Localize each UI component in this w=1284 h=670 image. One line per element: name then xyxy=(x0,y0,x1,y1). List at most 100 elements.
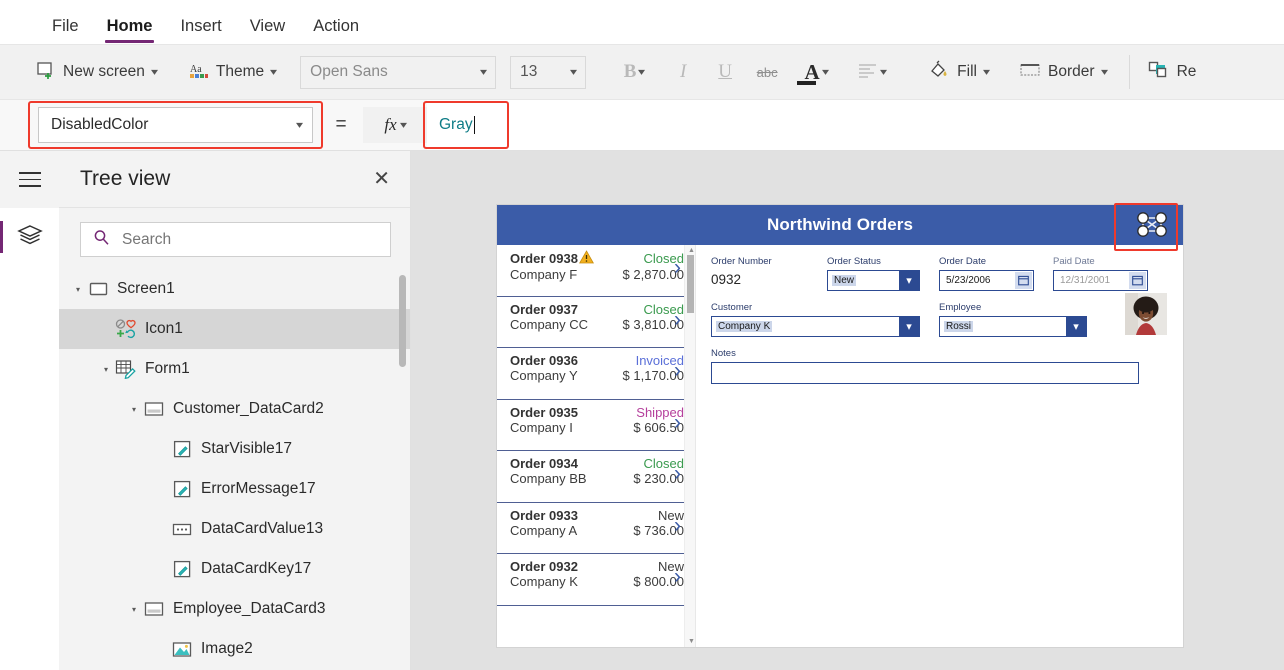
customer-dropdown[interactable]: Company K ▾ xyxy=(711,316,920,337)
gallery-item[interactable]: Order 0937 Closed Company CC $ 3,810.00 › xyxy=(497,297,695,348)
reorder-button[interactable]: Re xyxy=(1138,52,1207,92)
scroll-down-icon[interactable]: ▼ xyxy=(688,638,695,645)
variable-hub-icon[interactable] xyxy=(1114,203,1178,251)
scroll-up-icon[interactable]: ▲ xyxy=(688,247,695,254)
gallery-item[interactable]: Order 0936 Invoiced Company Y $ 1,170.00 › xyxy=(497,348,695,400)
chevron-right-icon[interactable]: › xyxy=(674,463,681,484)
notes-input[interactable] xyxy=(711,362,1139,384)
close-icon[interactable]: ✕ xyxy=(373,169,390,189)
chevron-down-icon[interactable]: ▾ xyxy=(899,317,919,336)
formula-input[interactable]: Gray xyxy=(427,100,1284,150)
tree-item-starvisible17[interactable]: StarVisible17 xyxy=(59,429,410,469)
order-date-label: Order Date xyxy=(939,256,986,267)
fx-label: fx xyxy=(384,115,397,134)
gallery-scrollbar[interactable]: ▲ ▼ xyxy=(684,245,695,647)
italic-button[interactable]: I xyxy=(662,52,704,92)
tree-item-employee_datacard3[interactable]: ▾ Employee_DataCard3 xyxy=(59,589,410,629)
chevron-down-icon[interactable]: ▾ xyxy=(127,405,141,414)
order-status-dropdown[interactable]: New ▾ xyxy=(827,270,920,291)
chevron-down-icon[interactable]: ▾ xyxy=(71,285,85,294)
font-family-select[interactable]: Open Sans ▾ xyxy=(300,55,497,89)
order-company: Company Y xyxy=(510,368,578,383)
order-id-label: Order 0932 xyxy=(510,559,578,574)
tree-item-icon1[interactable]: Icon1 xyxy=(59,309,410,349)
order-status-badge: Closed xyxy=(643,456,684,471)
tree-view-list: ▾ Screen1 Icon1 ▾ Form1 ▾ Customer_DataCard2 St… xyxy=(59,269,410,669)
hamburger-icon xyxy=(18,167,41,192)
equals-sign: = xyxy=(335,114,347,135)
tree-item-errormessage17[interactable]: ErrorMessage17 xyxy=(59,469,410,509)
chevron-right-icon[interactable]: › xyxy=(674,566,681,587)
form-icon xyxy=(113,359,139,379)
paid-date-input[interactable]: 12/31/2001 xyxy=(1053,270,1148,291)
order-date-input[interactable]: 5/23/2006 xyxy=(939,270,1034,291)
calendar-icon[interactable] xyxy=(1015,272,1032,289)
tree-item-datacardkey17[interactable]: DataCardKey17 xyxy=(59,549,410,589)
theme-icon: Aa xyxy=(189,60,209,85)
tree-search-box[interactable] xyxy=(80,222,391,257)
gallery-item[interactable]: Order 0934 Closed Company BB $ 230.00 › xyxy=(497,451,695,503)
chevron-right-icon[interactable]: › xyxy=(674,257,681,278)
chevron-right-icon[interactable]: › xyxy=(674,412,681,433)
theme-button[interactable]: Aa Theme ▾ xyxy=(179,52,286,92)
employee-avatar xyxy=(1125,293,1167,335)
datacard-icon xyxy=(141,401,167,418)
bold-button[interactable]: B ▾ xyxy=(606,52,662,92)
underline-button[interactable]: U xyxy=(704,52,746,92)
tree-scrollbar[interactable] xyxy=(399,269,406,669)
search-input[interactable] xyxy=(120,229,378,250)
order-id-label: Order 0933 xyxy=(510,507,578,523)
tree-item-customer_datacard2[interactable]: ▾ Customer_DataCard2 xyxy=(59,389,410,429)
order-company: Company F xyxy=(510,267,578,282)
tree-item-label: Employee_DataCard3 xyxy=(173,600,326,617)
border-label: Border xyxy=(1048,63,1095,80)
gallery-scrollbar-thumb[interactable] xyxy=(687,255,694,313)
canvas-area: Northwind Orders Order 0938 Closed Company… xyxy=(411,151,1284,670)
order-id: Order 0936 xyxy=(510,353,600,368)
tree-item-label: DataCardKey17 xyxy=(201,560,312,577)
employee-dropdown[interactable]: Rossi ▾ xyxy=(939,316,1087,337)
ribbon-divider xyxy=(1128,55,1130,89)
fx-button[interactable]: fx ▾ xyxy=(363,107,427,143)
chevron-down-icon[interactable]: ▾ xyxy=(1066,317,1086,336)
notes-field: Notes xyxy=(711,348,1167,384)
hamburger-menu-button[interactable] xyxy=(0,151,59,208)
tree-item-datacardvalue13[interactable]: DataCardValue13 xyxy=(59,509,410,549)
gallery-item[interactable]: Order 0932 New Company K $ 800.00 › xyxy=(497,554,695,606)
order-number-value: 0932 xyxy=(711,272,742,287)
new-screen-button[interactable]: New screen ▾ xyxy=(26,52,167,92)
tree-item-form1[interactable]: ▾ Form1 xyxy=(59,349,410,389)
property-select[interactable]: DisabledColor ▾ xyxy=(38,107,313,143)
chevron-down-icon[interactable]: ▾ xyxy=(899,271,919,290)
align-button[interactable]: ▾ xyxy=(844,52,900,92)
calendar-icon[interactable] xyxy=(1129,272,1146,289)
strikethrough-button[interactable]: abc xyxy=(746,52,788,92)
order-amount: $ 2,870.00 xyxy=(622,267,684,282)
chevron-down-icon[interactable]: ▾ xyxy=(99,365,113,374)
employee-value: Rossi xyxy=(944,321,974,332)
gallery-item[interactable]: Order 0938 Closed Company F $ 2,870.00 › xyxy=(497,245,695,297)
chevron-right-icon[interactable]: › xyxy=(674,360,681,381)
chevron-down-icon[interactable]: ▾ xyxy=(127,605,141,614)
border-button[interactable]: Border ▾ xyxy=(1009,52,1117,92)
underline-label: U xyxy=(718,61,733,82)
icon1-selection-highlight xyxy=(1114,203,1178,251)
rail-item-tree-view[interactable] xyxy=(0,208,59,266)
orders-gallery[interactable]: Order 0938 Closed Company F $ 2,870.00 › Orde… xyxy=(497,245,696,647)
gallery-item[interactable]: Order 0933 New Company A $ 736.00 › xyxy=(497,503,695,554)
chevron-right-icon[interactable]: › xyxy=(674,309,681,330)
chevron-down-icon: ▾ xyxy=(880,66,888,78)
font-size-select[interactable]: 13 ▾ xyxy=(510,55,587,89)
tree-item-label: Customer_DataCard2 xyxy=(173,400,324,417)
tree-item-screen1[interactable]: ▾ Screen1 xyxy=(59,269,410,309)
tree-scrollbar-thumb[interactable] xyxy=(399,275,406,367)
datacard-icon xyxy=(141,601,167,618)
border-icon xyxy=(1019,61,1041,84)
chevron-right-icon[interactable]: › xyxy=(674,515,681,536)
reorder-label: Re xyxy=(1176,63,1197,80)
warning-icon xyxy=(578,250,594,267)
font-color-button[interactable]: A ▾ xyxy=(788,52,844,92)
fill-button[interactable]: Fill ▾ xyxy=(918,52,999,92)
gallery-item[interactable]: Order 0935 Shipped Company I $ 606.50 › xyxy=(497,400,695,451)
tree-item-image2[interactable]: Image2 xyxy=(59,629,410,669)
